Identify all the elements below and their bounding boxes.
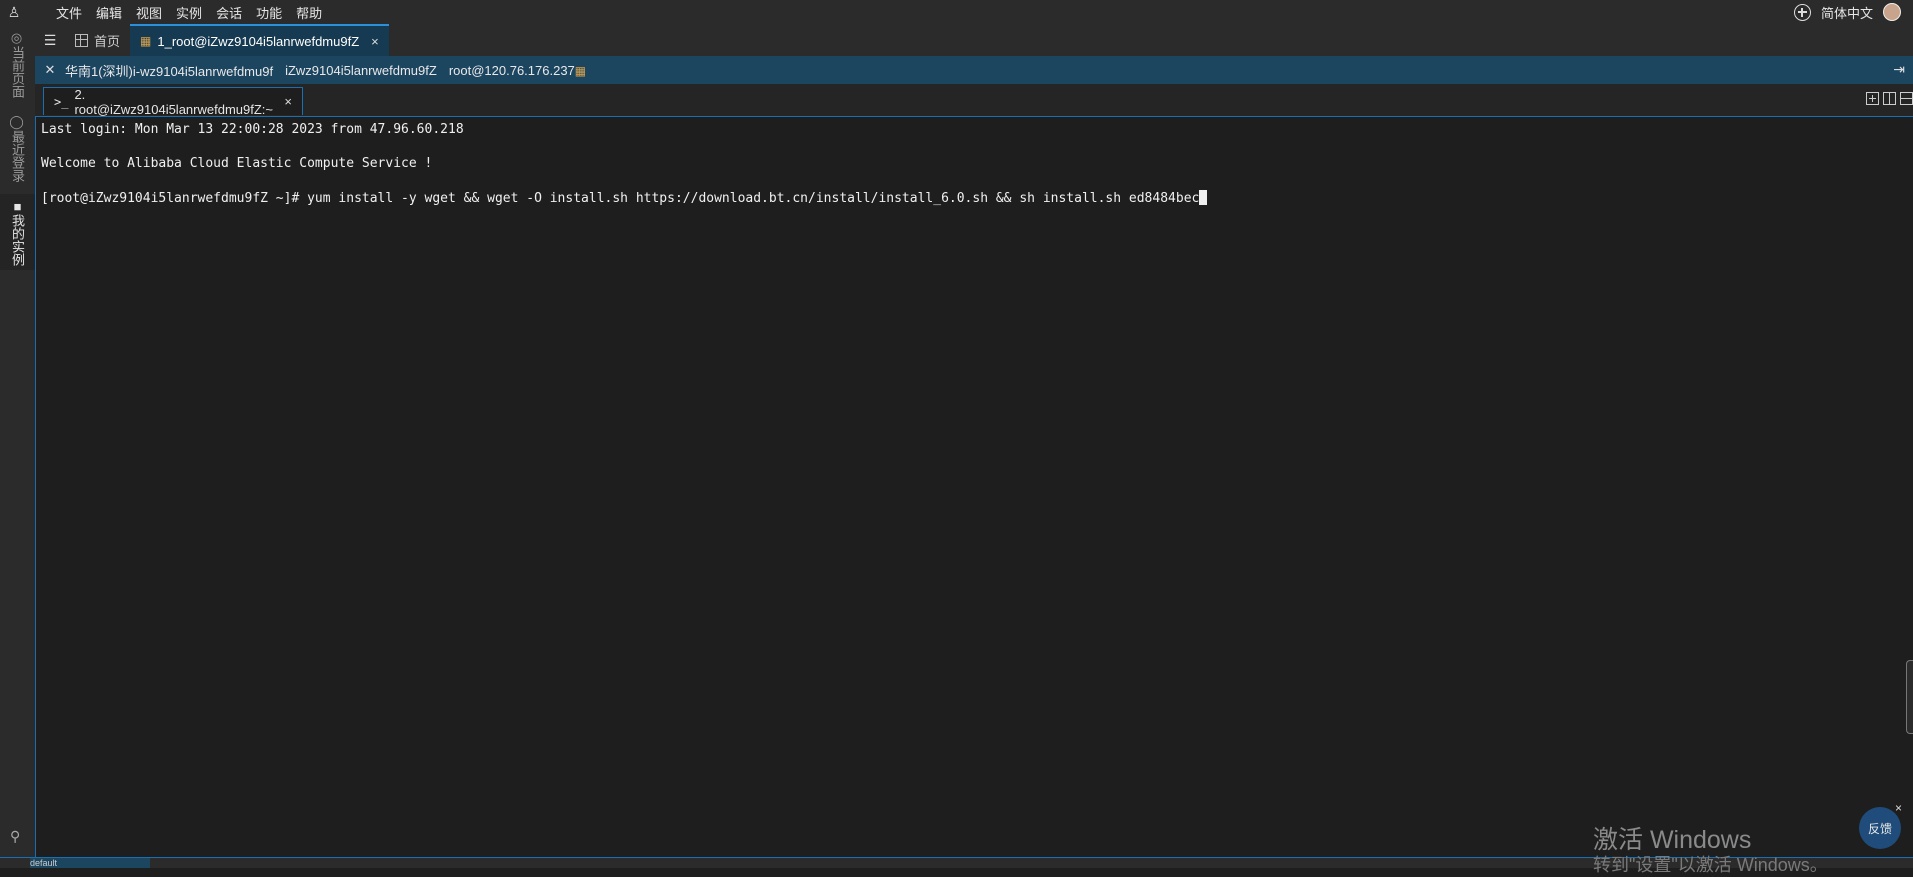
sidebar-item-current-page[interactable]: ◎当前页面 <box>0 28 35 100</box>
terminal-command-text: [root@iZwz9104i5lanrwefdmu9fZ ~]# yum in… <box>41 191 1200 206</box>
exit-icon[interactable]: ⇥ <box>1893 61 1905 78</box>
close-icon[interactable]: × <box>284 94 292 109</box>
menu-bar: ♙ 文件 编辑 视图 实例 会话 功能 帮助 简体中文 <box>0 0 1913 24</box>
server-icon: ▦ <box>140 34 152 48</box>
terminal-line-last-login: Last login: Mon Mar 13 22:00:28 2023 fro… <box>41 122 464 137</box>
terminal-tab[interactable]: >_ 2. root@iZwz9104i5lanrwefdmu9fZ:~ × <box>43 86 303 117</box>
menu-file[interactable]: 文件 <box>56 3 82 22</box>
add-circle-icon[interactable] <box>1793 3 1811 21</box>
tab-home-label: 首页 <box>94 33 121 49</box>
menu-features[interactable]: 功能 <box>256 3 282 22</box>
tab-home[interactable]: 首页 <box>65 24 130 56</box>
menu-session[interactable]: 会话 <box>216 3 242 22</box>
sidebar-item-my-instances[interactable]: ■我的实例 <box>0 194 35 270</box>
terminal-line-welcome: Welcome to Alibaba Cloud Elastic Compute… <box>41 156 433 171</box>
tab-session-1[interactable]: ▦ 1_root@iZwz9104i5lanrwefdmu9fZ × <box>130 24 389 56</box>
instance-hostname: iZwz9104i5lanrwefdmu9fZ <box>285 62 437 78</box>
terminal-output[interactable]: Last login: Mon Mar 13 22:00:28 2023 fro… <box>35 117 1913 857</box>
side-panel-handle[interactable] <box>1906 660 1913 734</box>
connection-address: root@120.76.176.237▦ <box>449 63 586 78</box>
session-tab-bar: ☰ 首页 ▦ 1_root@iZwz9104i5lanrwefdmu9fZ × <box>35 24 1913 56</box>
terminal-cursor <box>1199 190 1208 205</box>
language-selector[interactable]: 简体中文 <box>1821 3 1873 22</box>
tab-list-menu-icon[interactable]: ☰ <box>35 24 65 56</box>
menu-help[interactable]: 帮助 <box>296 3 322 22</box>
close-icon[interactable]: × <box>1895 801 1902 815</box>
menu-view[interactable]: 视图 <box>136 3 162 22</box>
pin-icon[interactable]: ⚲ <box>10 828 20 845</box>
server-icon: ▦ <box>574 63 587 78</box>
close-icon[interactable]: × <box>371 34 379 49</box>
app-logo-icon: ♙ <box>7 3 21 20</box>
tab-session-1-label: 1_root@iZwz9104i5lanrwefdmu9fZ <box>157 33 360 49</box>
terminal-tab-bar: >_ 2. root@iZwz9104i5lanrwefdmu9fZ:~ × <box>35 84 1913 117</box>
instance-info-bar: ✕ 华南1(深圳)i-wz9104i5lanrwefdmu9f iZwz9104… <box>35 56 1913 84</box>
sidebar-item-recent-logins[interactable]: ◯最近登录 <box>0 112 35 184</box>
left-sidebar: ◎当前页面 ◯最近登录 ■我的实例 ⚲ <box>0 24 36 867</box>
terminal-tab-label: 2. root@iZwz9104i5lanrwefdmu9fZ:~ <box>74 86 273 117</box>
split-vertical-icon[interactable] <box>1883 92 1896 105</box>
region-instance-id: 华南1(深圳)i-wz9104i5lanrwefdmu9f <box>65 63 274 79</box>
connection-address-text: root@120.76.176.237 <box>448 62 575 78</box>
avatar[interactable] <box>1883 3 1901 21</box>
collapse-icon[interactable]: ✕ <box>35 62 65 78</box>
activation-watermark-subtitle: 转到"设置"以激活 Windows。 <box>1593 855 1828 875</box>
menu-instance[interactable]: 实例 <box>176 3 202 22</box>
terminal-line-command: [root@iZwz9104i5lanrwefdmu9fZ ~]# yum in… <box>41 190 1208 206</box>
new-terminal-icon[interactable] <box>1866 92 1879 105</box>
menu-edit[interactable]: 编辑 <box>96 3 122 22</box>
terminal-layout-controls <box>1866 92 1913 105</box>
menubar-right: 简体中文 <box>1793 0 1901 24</box>
grid-icon <box>75 33 88 47</box>
split-horizontal-icon[interactable] <box>1900 92 1913 105</box>
terminal-prompt-icon: >_ <box>54 94 69 109</box>
